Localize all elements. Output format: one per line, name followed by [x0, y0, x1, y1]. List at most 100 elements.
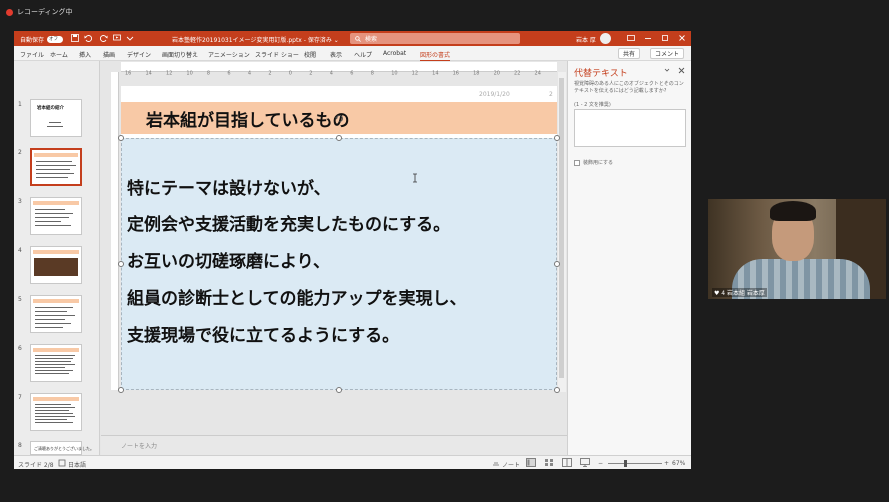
search-box[interactable]: 検索 [350, 33, 520, 44]
notes-pane[interactable]: ノートを入力 [101, 435, 567, 455]
body-line-5[interactable]: 支援現場で役に立てるようにする。 [127, 321, 399, 346]
slide-thumbnail-4[interactable] [30, 246, 82, 284]
tab-animations[interactable]: アニメーション [208, 50, 250, 59]
body-line-4[interactable]: 組員の診断士としての能力アップを実現し、 [127, 284, 467, 309]
ruler-mark: 10 [186, 71, 192, 77]
tab-shape-format[interactable]: 図形の書式 [420, 50, 451, 61]
ribbon-tabs: ファイル ホーム 挿入 描画 デザイン 画面切り替え アニメーション スライド … [14, 46, 691, 61]
ruler-mark: 6 [227, 71, 230, 77]
comments-button[interactable]: コメント [650, 48, 685, 59]
slide-thumbnail-1[interactable]: 岩本組の紹介 [30, 99, 82, 137]
slide-thumbnail-7[interactable] [30, 393, 82, 431]
tab-insert[interactable]: 挿入 [79, 50, 91, 59]
thumbnail-number: 5 [18, 296, 22, 303]
zoom-slider[interactable] [608, 463, 662, 464]
thumbnail-number: 6 [18, 345, 22, 352]
ruler-mark: 8 [371, 71, 374, 77]
body-text-box[interactable]: 特にテーマは設けないが、 定例会や支援活動を充実したものにする。 お互いの切磋琢… [121, 138, 557, 390]
user-name[interactable]: 岩本 厚 [576, 35, 596, 44]
pane-hint: (1 - 2 文を推奨) [574, 102, 611, 108]
minimize-icon[interactable] [643, 33, 653, 43]
ruler-mark: 2 [309, 71, 312, 77]
decorative-checkbox[interactable]: 装飾用にする [574, 159, 613, 166]
resize-handle[interactable] [554, 387, 560, 393]
ribbon-display-icon[interactable] [626, 33, 636, 43]
slide-thumbnail-3[interactable] [30, 197, 82, 235]
tab-transitions[interactable]: 画面切り替え [162, 50, 198, 59]
pane-close-icon[interactable] [678, 67, 685, 74]
tab-design[interactable]: デザイン [127, 50, 151, 59]
body-line-3[interactable]: お互いの切磋琢磨により、 [127, 247, 330, 272]
reading-view-icon[interactable] [562, 458, 572, 467]
undo-icon[interactable] [84, 34, 92, 42]
notes-toggle[interactable]: ノート [502, 460, 520, 469]
redo-icon[interactable] [100, 34, 108, 42]
share-button[interactable]: 共有 [618, 48, 641, 59]
body-line-2[interactable]: 定例会や支援活動を充実したものにする。 [127, 210, 450, 235]
slideshow-view-icon[interactable] [580, 458, 590, 467]
search-icon [355, 35, 361, 42]
ruler-mark: 12 [412, 71, 418, 77]
save-icon[interactable] [71, 34, 79, 42]
document-title[interactable]: 岩本塾軽作20191031イメージ変実用訂版.pptx - 保存済み ⌄ [172, 35, 342, 44]
slide-thumbnail-6[interactable] [30, 344, 82, 382]
ruler-mark: 4 [330, 71, 333, 77]
close-icon[interactable] [677, 33, 687, 43]
pane-title: 代替テキスト [574, 69, 628, 79]
normal-view-icon[interactable] [526, 458, 536, 467]
autosave-toggle[interactable]: オフ [47, 36, 64, 43]
resize-handle[interactable] [118, 261, 124, 267]
tab-view[interactable]: 表示 [330, 50, 342, 59]
pane-options-icon[interactable] [664, 67, 670, 73]
rotate-handle-icon[interactable] [335, 114, 344, 123]
customize-icon[interactable] [126, 34, 134, 42]
maximize-icon[interactable] [660, 33, 670, 43]
autosave-control[interactable]: 自動保存 オフ [20, 35, 64, 44]
tab-slideshow[interactable]: スライド ショー [255, 50, 299, 59]
horizontal-ruler[interactable]: 16 14 12 10 8 6 4 2 0 2 4 6 8 10 12 14 16 18 20 22 24 [121, 62, 557, 77]
vertical-scrollbar[interactable] [558, 72, 566, 392]
ruler-mark: 10 [391, 71, 397, 77]
thumbnail-number: 8 [18, 442, 22, 449]
slide-thumbnail-5[interactable] [30, 295, 82, 333]
notes-placeholder: ノートを入力 [121, 443, 158, 450]
language-indicator[interactable]: 日本語 [68, 460, 86, 469]
avatar[interactable] [600, 33, 611, 44]
resize-handle[interactable] [118, 387, 124, 393]
zoom-level[interactable]: 67% [672, 460, 685, 467]
resize-handle[interactable] [554, 135, 560, 141]
body-line-1[interactable]: 特にテーマは設けないが、 [127, 174, 331, 199]
tab-file[interactable]: ファイル [20, 50, 44, 59]
participant-label: ♥ 4 岩本組 岩本厚 [712, 288, 767, 297]
resize-handle[interactable] [336, 135, 342, 141]
tab-review[interactable]: 校閲 [304, 50, 316, 59]
zoom-out-button[interactable]: − [598, 460, 603, 467]
tab-home[interactable]: ホーム [50, 50, 68, 59]
notes-icon[interactable] [492, 459, 500, 467]
resize-handle[interactable] [118, 135, 124, 141]
scroll-thumb[interactable] [559, 78, 564, 378]
ruler-mark: 18 [473, 71, 479, 77]
checkbox-icon[interactable] [574, 159, 580, 166]
vertical-ruler[interactable] [111, 72, 119, 390]
ruler-mark: 24 [535, 71, 541, 77]
alt-text-input[interactable] [574, 109, 686, 147]
ruler-mark: 22 [514, 71, 520, 77]
zoom-slider-handle[interactable] [624, 460, 627, 467]
tab-draw[interactable]: 描画 [103, 50, 115, 59]
present-icon[interactable] [113, 34, 121, 42]
accessibility-icon[interactable] [58, 459, 66, 467]
thumbnail-number: 2 [18, 149, 22, 156]
resize-handle[interactable] [554, 261, 560, 267]
tab-help[interactable]: ヘルプ [354, 50, 372, 59]
title-bar: 自動保存 オフ 岩本塾軽作20191031イメージ変実用訂版.pptx - 保存… [14, 31, 691, 46]
slide-title[interactable]: 岩本組が目指しているもの [146, 106, 350, 131]
resize-handle[interactable] [336, 387, 342, 393]
zoom-in-button[interactable]: + [664, 460, 669, 467]
slide-canvas[interactable]: 2019/1/20 2 岩本組が目指しているもの 特にテーマは設けないが、 定例… [118, 86, 560, 393]
slide-thumbnail-2[interactable] [30, 148, 82, 186]
tab-acrobat[interactable]: Acrobat [383, 50, 406, 57]
slide-thumbnail-8[interactable]: ご清聴ありがとうございました。 [30, 441, 94, 455]
ruler-ticks: 16 14 12 10 8 6 4 2 0 2 4 6 8 10 12 14 16 18 20 22 24 [125, 71, 541, 77]
slide-sorter-icon[interactable] [544, 458, 554, 467]
